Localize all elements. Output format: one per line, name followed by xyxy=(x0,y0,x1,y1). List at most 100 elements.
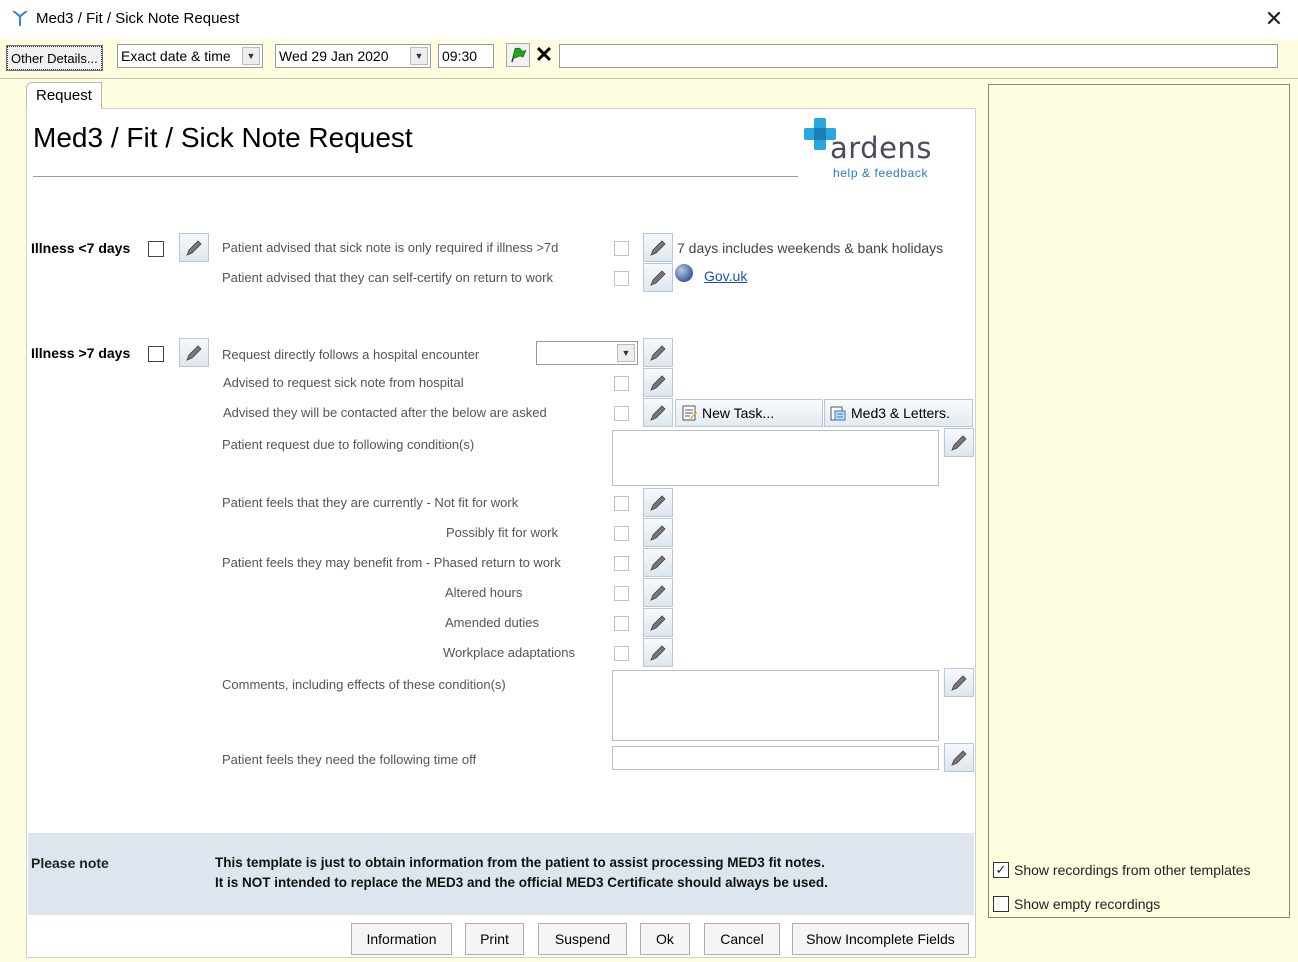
show-empty-recordings-checkbox[interactable] xyxy=(993,896,1009,912)
amended-duties-label: Amended duties xyxy=(445,615,539,630)
cancel-button[interactable]: Cancel xyxy=(704,923,780,955)
sick-note-required-edit-button[interactable] xyxy=(643,233,673,262)
ok-button[interactable]: Ok xyxy=(640,923,690,955)
illness-long-checkbox[interactable] xyxy=(148,346,164,362)
comments-label: Comments, including effects of these con… xyxy=(222,677,506,692)
comments-textarea[interactable] xyxy=(612,670,939,741)
condition-edit-button[interactable] xyxy=(944,428,974,457)
pencil-icon xyxy=(951,674,967,691)
pencil-icon xyxy=(650,644,666,661)
show-empty-recordings-option[interactable]: Show empty recordings xyxy=(993,896,1160,912)
clear-button[interactable]: ✕ xyxy=(533,42,555,67)
illness-short-label: Illness <7 days xyxy=(31,240,131,256)
show-other-templates-option[interactable]: ✓ Show recordings from other templates xyxy=(993,862,1251,878)
pencil-icon xyxy=(650,584,666,601)
free-text-input[interactable] xyxy=(559,44,1278,68)
phased-return-label: Patient feels they may benefit from - Ph… xyxy=(222,555,561,570)
advised-hospital-edit-button[interactable] xyxy=(643,368,673,397)
advised-hospital-checkbox[interactable] xyxy=(614,376,629,391)
phased-return-checkbox[interactable] xyxy=(614,556,629,571)
date-select[interactable]: Wed 29 Jan 2020 ▼ xyxy=(275,44,431,68)
sick-note-required-checkbox[interactable] xyxy=(614,241,629,256)
note-line-1: This template is just to obtain informat… xyxy=(215,855,825,870)
illness-short-checkbox[interactable] xyxy=(148,241,164,257)
pencil-icon xyxy=(951,434,967,451)
hospital-encounter-select[interactable]: ▼ xyxy=(536,341,638,365)
gov-uk-link[interactable]: Gov.uk xyxy=(704,268,747,284)
information-button[interactable]: Information xyxy=(351,923,452,955)
advised-contact-checkbox[interactable] xyxy=(614,406,629,421)
not-fit-checkbox[interactable] xyxy=(614,496,629,511)
altered-hours-checkbox[interactable] xyxy=(614,586,629,601)
print-button[interactable]: Print xyxy=(465,923,524,955)
other-details-button[interactable]: Other Details... xyxy=(6,45,103,71)
new-task-label: New Task... xyxy=(702,405,775,421)
help-feedback-link[interactable]: help & feedback xyxy=(833,166,928,180)
altered-hours-edit-button[interactable] xyxy=(643,578,673,607)
date-value: Wed 29 Jan 2020 xyxy=(279,48,389,64)
suspend-button[interactable]: Suspend xyxy=(538,923,627,955)
self-certify-label: Patient advised that they can self-certi… xyxy=(222,270,553,285)
close-icon: ✕ xyxy=(534,42,554,67)
task-icon xyxy=(682,405,697,421)
chevron-down-icon[interactable]: ▼ xyxy=(617,344,635,362)
show-incomplete-button[interactable]: Show Incomplete Fields xyxy=(792,923,969,955)
pencil-icon xyxy=(186,239,202,256)
please-note-label: Please note xyxy=(31,855,109,871)
green-flag-icon xyxy=(511,47,527,63)
chevron-down-icon[interactable]: ▼ xyxy=(410,47,428,65)
possibly-fit-label: Possibly fit for work xyxy=(446,525,558,540)
pencil-icon xyxy=(650,614,666,631)
advised-contact-edit-button[interactable] xyxy=(643,398,673,427)
pencil-icon xyxy=(951,749,967,766)
letters-icon xyxy=(830,406,846,421)
workplace-adaptations-edit-button[interactable] xyxy=(643,638,673,667)
flag-button[interactable] xyxy=(506,43,530,67)
self-certify-edit-button[interactable] xyxy=(643,263,673,292)
date-mode-select[interactable]: Exact date & time ▼ xyxy=(117,44,263,68)
recordings-panel xyxy=(988,84,1290,918)
time-off-edit-button[interactable] xyxy=(944,743,974,772)
amended-duties-edit-button[interactable] xyxy=(643,608,673,637)
condition-textarea[interactable] xyxy=(612,430,939,486)
pencil-icon xyxy=(650,524,666,541)
title-divider xyxy=(33,176,798,177)
amended-duties-checkbox[interactable] xyxy=(614,616,629,631)
globe-icon xyxy=(675,264,693,282)
possibly-fit-edit-button[interactable] xyxy=(643,518,673,547)
not-fit-edit-button[interactable] xyxy=(643,488,673,517)
possibly-fit-checkbox[interactable] xyxy=(614,526,629,541)
hospital-encounter-edit-button[interactable] xyxy=(643,338,673,367)
illness-long-label: Illness >7 days xyxy=(31,345,131,361)
show-other-templates-checkbox[interactable]: ✓ xyxy=(993,862,1009,878)
show-other-templates-label: Show recordings from other templates xyxy=(1014,862,1251,878)
pencil-icon xyxy=(650,374,666,391)
note-line-2: It is NOT intended to replace the MED3 a… xyxy=(215,875,828,890)
pencil-icon xyxy=(650,404,666,421)
workplace-adaptations-label: Workplace adaptations xyxy=(443,645,576,660)
phased-return-edit-button[interactable] xyxy=(643,548,673,577)
med3-letters-label: Med3 & Letters. xyxy=(851,405,950,421)
med3-letters-button[interactable]: Med3 & Letters. xyxy=(824,399,973,427)
tab-request[interactable]: Request xyxy=(26,82,102,109)
self-certify-checkbox[interactable] xyxy=(614,271,629,286)
note-band xyxy=(28,833,974,915)
pencil-icon xyxy=(650,494,666,511)
chevron-down-icon[interactable]: ▼ xyxy=(242,47,260,65)
time-off-input[interactable] xyxy=(612,746,939,770)
close-window-button[interactable]: ✕ xyxy=(1258,4,1290,34)
comments-edit-button[interactable] xyxy=(944,668,974,697)
close-icon: ✕ xyxy=(1264,6,1284,31)
time-input[interactable]: 09:30 xyxy=(438,44,494,68)
pencil-icon xyxy=(650,554,666,571)
illness-short-edit-button[interactable] xyxy=(179,233,209,262)
workplace-adaptations-checkbox[interactable] xyxy=(614,646,629,661)
pencil-icon xyxy=(650,269,666,286)
illness-long-edit-button[interactable] xyxy=(179,338,209,367)
new-task-button[interactable]: New Task... xyxy=(675,399,823,427)
weekends-info-text: 7 days includes weekends & bank holidays xyxy=(677,240,944,256)
hospital-encounter-label: Request directly follows a hospital enco… xyxy=(222,347,480,362)
not-fit-label: Patient feels that they are currently - … xyxy=(222,495,519,510)
page-title: Med3 / Fit / Sick Note Request xyxy=(33,122,413,153)
show-empty-recordings-label: Show empty recordings xyxy=(1014,896,1161,912)
